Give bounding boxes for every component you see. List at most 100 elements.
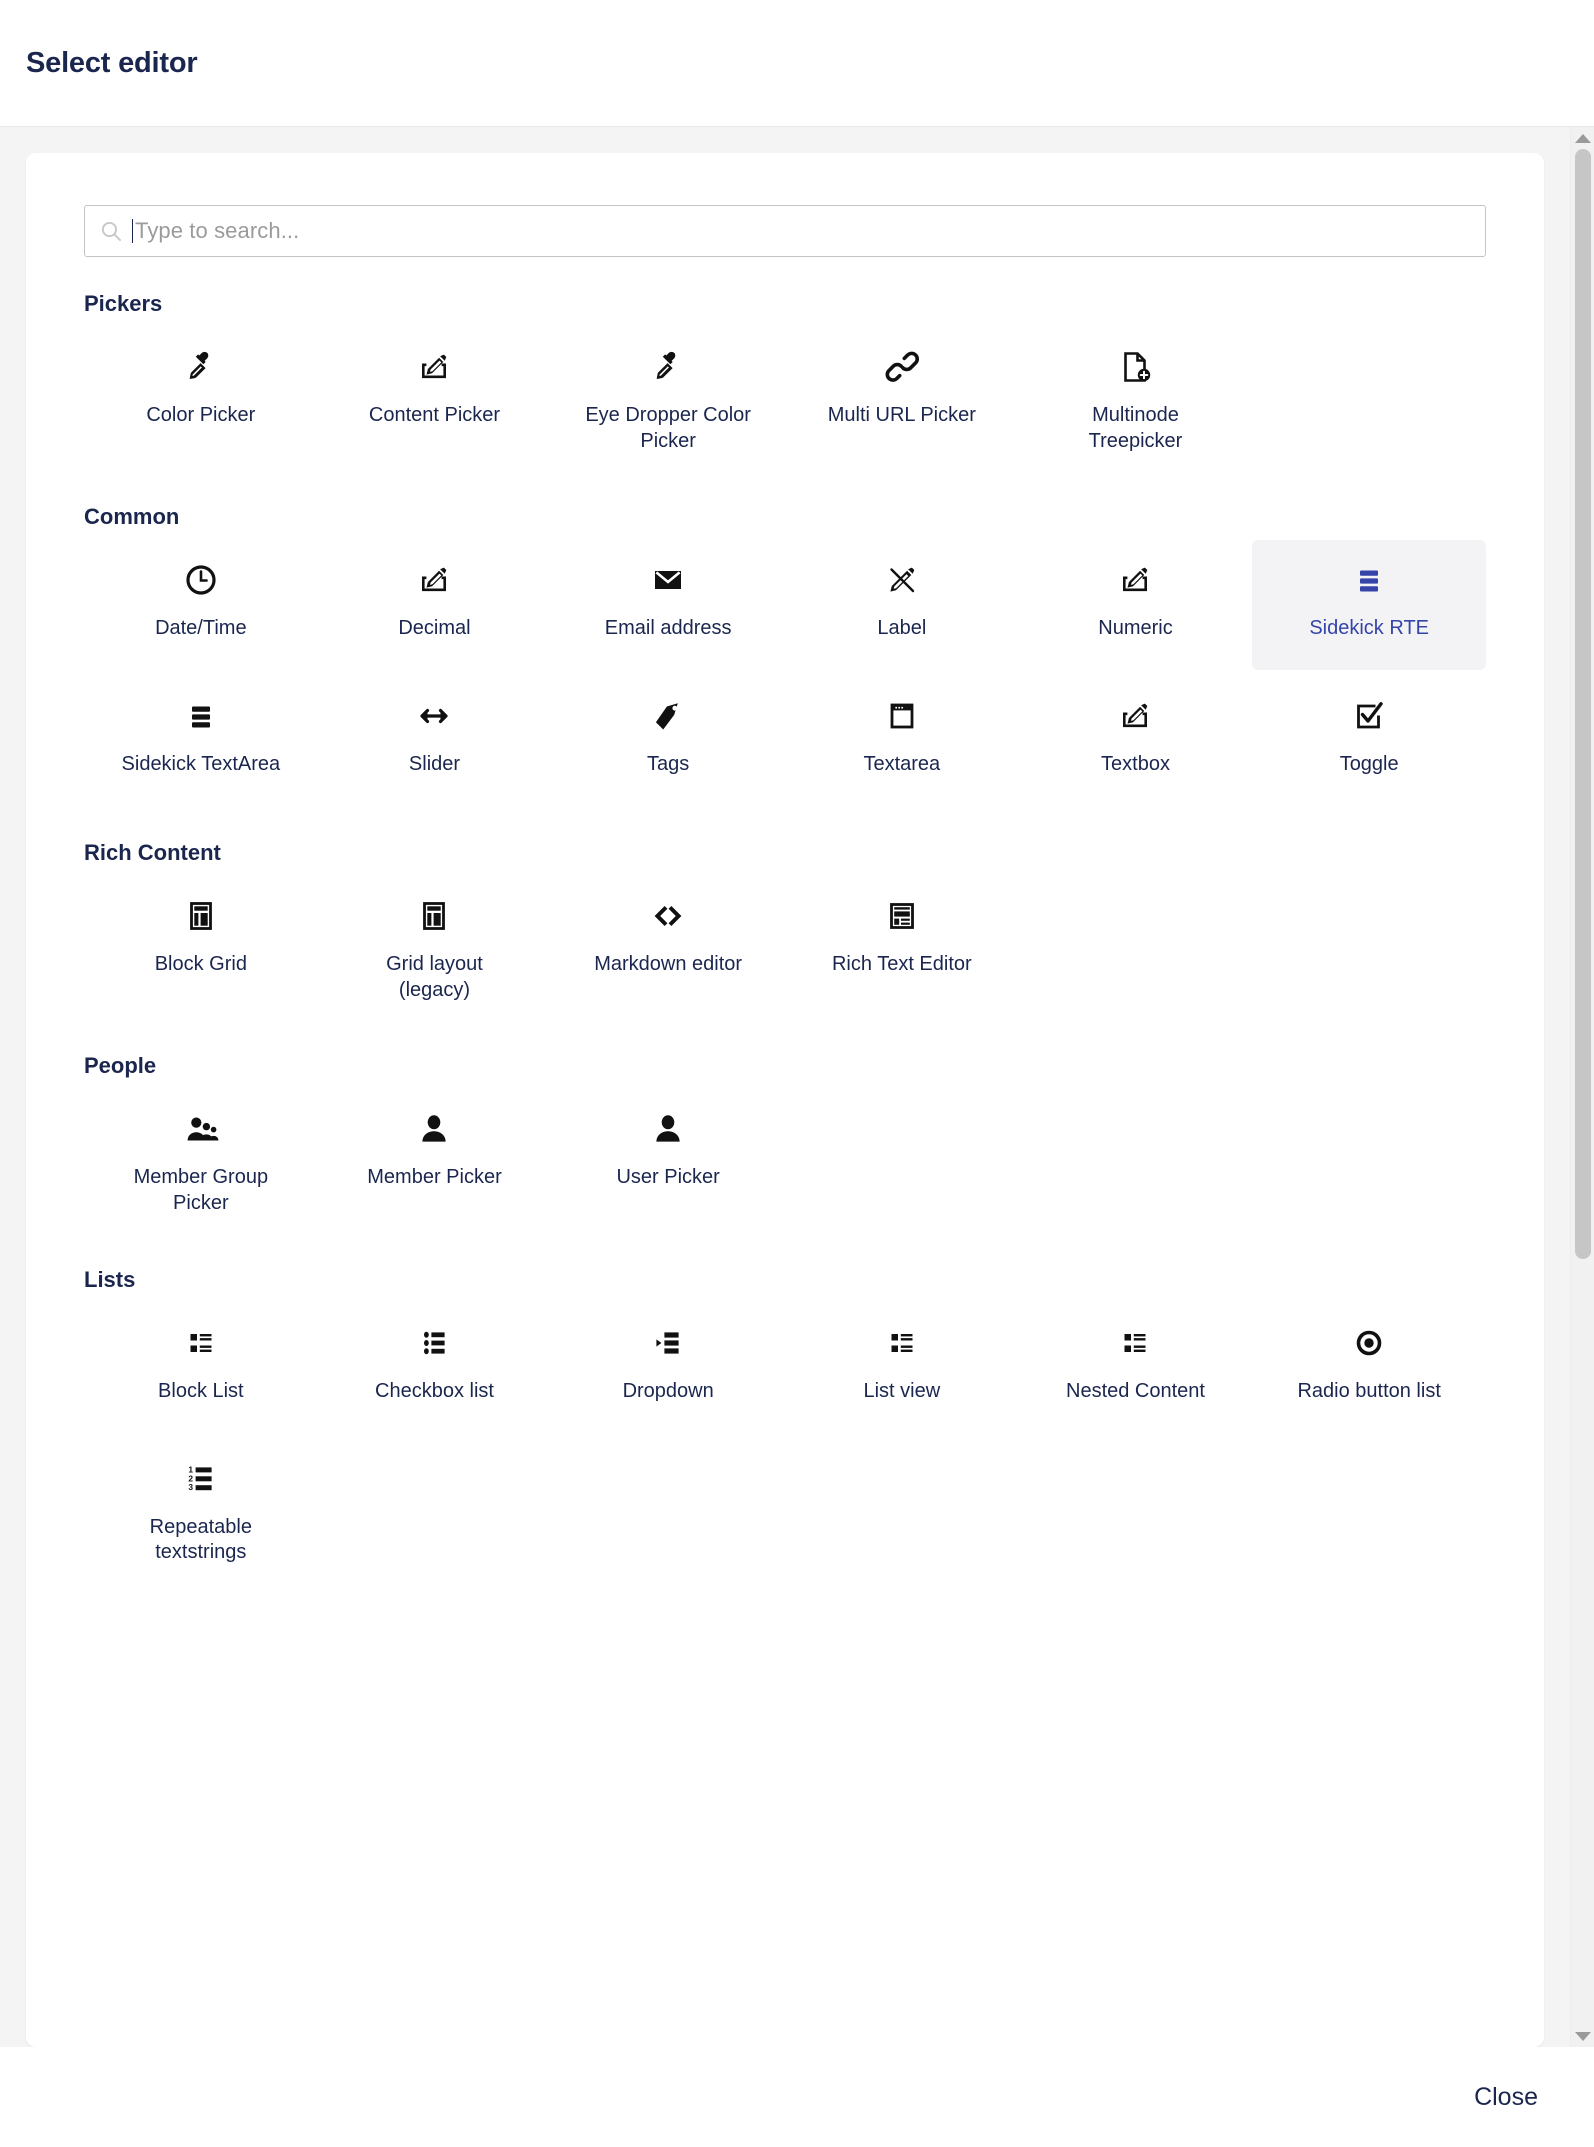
editor-item-member-picker[interactable]: Member Picker [318, 1089, 552, 1232]
section-pickers: Pickers Color Picker Content Picker Eye Dro… [84, 291, 1486, 470]
section-title: Common [84, 504, 180, 530]
block-list-icon [181, 1321, 221, 1365]
editor-item-label: Date/Time [155, 617, 247, 640]
svg-text:3: 3 [188, 1482, 193, 1492]
scrollbar-track[interactable] [1571, 149, 1594, 2025]
editor-item-block-grid[interactable]: Block Grid [84, 876, 318, 1019]
scroll-up-arrow-icon[interactable] [1571, 127, 1594, 149]
editor-item-radio-button-list[interactable]: Radio button list [1252, 1303, 1486, 1433]
pencil-tray-icon [1115, 694, 1155, 738]
editor-item-grid-layout-legacy[interactable]: Grid layout (legacy) [318, 876, 552, 1019]
editor-item-sidekick-rte[interactable]: Sidekick RTE [1252, 540, 1486, 671]
search-input[interactable]: Type to search... [84, 205, 1486, 257]
editor-item-label: Decimal [398, 617, 471, 640]
editor-item-multinode-treepicker[interactable]: Multinode Treepicker [1019, 327, 1253, 470]
double-arrow-icon [414, 694, 454, 738]
section-lists: Lists Block List Checkbox list Dropdown List… [84, 1267, 1486, 1582]
editor-item-decimal[interactable]: Decimal [318, 540, 552, 670]
editor-item-eye-dropper-color-picker[interactable]: Eye Dropper Color Picker [551, 327, 785, 470]
editor-item-label: Checkbox list [375, 1379, 494, 1402]
check-square-icon [1349, 694, 1389, 738]
numbered-list-icon: 123 [181, 1457, 221, 1501]
radio-dot-icon [1349, 1321, 1389, 1365]
editor-item-email-address[interactable]: Email address [551, 540, 785, 670]
editor-item-label: Nested Content [1066, 1379, 1205, 1402]
editor-item-label: Member Picker [367, 1166, 502, 1189]
search-field-wrapper: Type to search... [84, 205, 1486, 257]
pencil-tray-icon [414, 558, 454, 602]
vertical-scrollbar[interactable] [1570, 127, 1594, 2047]
editor-item-slider[interactable]: Slider [318, 676, 552, 806]
user-icon [648, 1107, 688, 1151]
editor-item-rich-text-editor[interactable]: Rich Text Editor [785, 876, 1019, 1019]
editor-grid: Block List Checkbox list Dropdown List view… [84, 1303, 1486, 1582]
editor-item-repeatable-textstrings[interactable]: 1 2 3 Repeatable textstrings [84, 1439, 318, 1582]
editor-item-label: Label [877, 617, 927, 640]
editor-item-dropdown[interactable]: Dropdown [551, 1303, 785, 1433]
editor-item-checkbox-list[interactable]: Checkbox list [318, 1303, 552, 1433]
editor-item-label: Multi URL Picker [827, 404, 976, 426]
section-common: Common Date/Time Decimal Email address Label… [84, 504, 1486, 806]
editor-item-label: Color Picker [146, 404, 256, 426]
section-rich-content: Rich Content Block Grid Grid layout (legac… [84, 840, 1486, 1019]
section-people: People Member Group Picker Member Picker Us… [84, 1053, 1486, 1232]
editor-item-label: Grid layout (legacy) [386, 953, 483, 1001]
tag-icon [648, 694, 688, 738]
editor-item-label: Numeric [1098, 617, 1173, 640]
editor-item-label: Tags [647, 753, 690, 776]
dialog-header: Select editor [0, 0, 1594, 127]
users-group-icon [181, 1107, 221, 1151]
editor-item-label: User Picker [616, 1166, 720, 1189]
editor-item-label: Sidekick TextArea [121, 753, 281, 776]
editor-item-numeric[interactable]: Numeric [1019, 540, 1253, 670]
editor-item-member-group-picker[interactable]: Member Group Picker [84, 1089, 318, 1232]
link-chain-icon [882, 345, 922, 389]
pencil-slash-icon [882, 558, 922, 602]
scroll-region: Type to search... Pickers Color Picker Con… [0, 127, 1570, 2047]
editor-item-label: Content Picker [368, 404, 501, 426]
editor-item-label: Email address [604, 617, 732, 640]
editor-item-label: Multinode Treepicker [1088, 404, 1183, 452]
editor-item-content-picker[interactable]: Content Picker [318, 327, 552, 470]
select-editor-dialog: Select editor Type to search... Pickers … [0, 0, 1594, 2147]
editor-grid: Block Grid Grid layout (legacy) Markdown e… [84, 876, 1486, 1019]
close-button[interactable]: Close [1464, 2075, 1548, 2120]
editor-item-date-time[interactable]: Date/Time [84, 540, 318, 670]
editor-item-markdown-editor[interactable]: Markdown editor [551, 876, 785, 1019]
editor-item-label: Toggle [1339, 753, 1399, 776]
editor-item-label[interactable]: Label [785, 540, 1019, 670]
editor-item-textbox[interactable]: Textbox [1019, 676, 1253, 806]
scroll-down-arrow-icon[interactable] [1571, 2025, 1594, 2047]
editor-item-label: Slider [408, 753, 461, 776]
editor-panel: Type to search... Pickers Color Picker Con… [26, 153, 1544, 2047]
checkbox-list-icon [414, 1321, 454, 1365]
editor-item-label: Member Group Picker [133, 1166, 269, 1214]
editor-item-nested-content[interactable]: Nested Content [1019, 1303, 1253, 1433]
section-title: People [84, 1053, 157, 1079]
scrollbar-thumb[interactable] [1575, 149, 1591, 1259]
editor-item-label: Textbox [1101, 753, 1170, 776]
editor-item-textarea[interactable]: Textarea [785, 676, 1019, 806]
editor-item-multi-url-picker[interactable]: Multi URL Picker [785, 327, 1019, 470]
editor-item-label: Textarea [863, 753, 941, 776]
dialog-body: Type to search... Pickers Color Picker Con… [0, 127, 1594, 2047]
document-plus-icon [1115, 345, 1155, 389]
editor-item-toggle[interactable]: Toggle [1252, 676, 1486, 806]
editor-grid: Date/Time Decimal Email address Label Numeri… [84, 540, 1486, 806]
editor-grid: Color Picker Content Picker Eye Dropper Co… [84, 327, 1486, 470]
editor-item-sidekick-textarea[interactable]: Sidekick TextArea [84, 676, 318, 806]
editor-sections: Pickers Color Picker Content Picker Eye Dro… [54, 291, 1516, 1582]
section-title: Lists [84, 1266, 136, 1292]
clock-icon [181, 558, 221, 602]
envelope-icon [648, 558, 688, 602]
editor-item-user-picker[interactable]: User Picker [551, 1089, 785, 1232]
editor-item-block-list[interactable]: Block List [84, 1303, 318, 1433]
dialog-footer: Close [0, 2047, 1594, 2147]
editor-item-list-view[interactable]: List view [785, 1303, 1019, 1433]
layout-grid-icon [181, 894, 221, 938]
editor-item-tags[interactable]: Tags [551, 676, 785, 806]
editor-item-label: Block Grid [154, 953, 247, 976]
editor-item-label: List view [863, 1379, 941, 1402]
editor-item-color-picker[interactable]: Color Picker [84, 327, 318, 470]
search-placeholder: Type to search... [135, 218, 300, 243]
